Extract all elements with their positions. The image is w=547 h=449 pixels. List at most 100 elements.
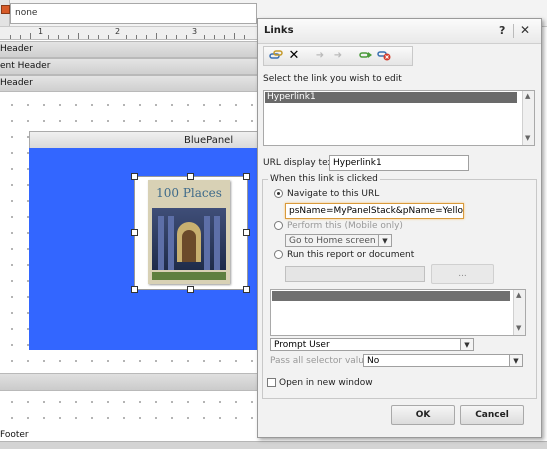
resize-handle[interactable] [187, 173, 194, 180]
navigate-radio[interactable] [274, 189, 283, 198]
scroll-up-icon[interactable]: ▲ [516, 291, 521, 299]
resize-handle[interactable] [243, 229, 250, 236]
ruler-tick [136, 35, 137, 39]
move-down-icon: ➜ [333, 50, 343, 61]
open-new-window-checkbox[interactable] [267, 378, 276, 387]
scroll-down-icon[interactable]: ▼ [516, 324, 521, 332]
ruler-tick [244, 35, 245, 39]
section-band-page-header[interactable]: Header [0, 75, 260, 92]
url-display-input[interactable]: Hyperlink1 [329, 155, 469, 171]
ruler-tick [98, 35, 99, 39]
ruler-tick [10, 35, 11, 39]
section-band-header[interactable]: Header [0, 41, 260, 58]
prompt-list-item[interactable] [272, 291, 510, 301]
close-button[interactable]: ✕ [520, 23, 530, 37]
band-label: Header [0, 78, 33, 88]
ruler-tick [186, 35, 187, 39]
ruler-number-3: 3 [192, 27, 198, 36]
top-value-text: none [15, 8, 38, 18]
resize-handle[interactable] [187, 286, 194, 293]
ruler-tick [48, 35, 49, 39]
book-title: 100 Places [156, 186, 222, 200]
chevron-down-icon: ▼ [509, 355, 522, 366]
ruler-tick [78, 33, 79, 39]
pass-selector-select[interactable]: No ▼ [363, 354, 523, 367]
section-band-lower[interactable] [0, 373, 260, 391]
when-clicked-label: When this link is clicked [268, 174, 380, 184]
section-band-document-header[interactable]: ent Header [0, 58, 260, 75]
ruler-tick [234, 33, 235, 39]
footer-band-label: Footer [0, 430, 29, 440]
cancel-button[interactable]: Cancel [460, 405, 524, 425]
run-report-radio[interactable] [274, 250, 283, 259]
navigate-url-input[interactable]: psName=MyPanelStack&pName=YellowPanel [285, 203, 464, 219]
links-toolbar: ✕ ➜ ➜ [263, 46, 413, 66]
pass-selector-label: Pass all selector values: [270, 356, 378, 366]
url-display-label: URL display text [263, 158, 337, 168]
ruler-tick [58, 35, 59, 39]
resize-handle[interactable] [131, 173, 138, 180]
prompt-list-scrollbar[interactable]: ▲ ▼ [513, 290, 525, 335]
select-link-label: Select the link you wish to edit [263, 74, 402, 84]
links-dialog: Links ? ✕ ✕ ➜ ➜ Select the link you wish… [257, 18, 542, 438]
doorway-shape [182, 230, 196, 262]
move-up-icon: ➜ [315, 50, 325, 61]
object-icon[interactable] [1, 5, 10, 14]
delete-icon[interactable]: ✕ [286, 48, 302, 64]
ruler-tick [20, 35, 21, 39]
column-shape [204, 216, 210, 270]
chevron-down-icon: ▼ [460, 339, 473, 350]
resize-handle[interactable] [131, 286, 138, 293]
column-shape [168, 216, 174, 270]
prompt-select-value: Prompt User [274, 340, 330, 350]
toolbar-corner [0, 0, 10, 26]
top-value-field[interactable]: none [10, 3, 257, 24]
report-path-input[interactable] [285, 266, 425, 282]
link-list-scrollbar[interactable]: ▲ ▼ [522, 91, 534, 145]
book-cover-image: 100 Places [148, 180, 230, 284]
add-link-icon[interactable] [268, 48, 284, 64]
open-new-window-label: Open in new window [279, 378, 373, 388]
perform-select[interactable]: Go to Home screen ▼ [285, 234, 392, 247]
dialog-title: Links [264, 25, 294, 36]
scroll-down-icon[interactable]: ▼ [525, 134, 530, 142]
prompt-list[interactable]: ▲ ▼ [270, 289, 526, 336]
link-list[interactable]: Hyperlink1 ▲ ▼ [263, 90, 535, 146]
ruler-number-2: 2 [115, 27, 121, 36]
pass-selector-value: No [367, 356, 380, 366]
column-shape [214, 216, 220, 270]
ruler-tick [156, 33, 157, 39]
prompt-select[interactable]: Prompt User ▼ [270, 338, 474, 351]
link-list-item[interactable]: Hyperlink1 [265, 92, 517, 103]
perform-label: Perform this (Mobile only) [287, 221, 403, 231]
footer-canvas[interactable] [0, 390, 260, 428]
ruler-tick [68, 35, 69, 39]
resize-handle[interactable] [243, 286, 250, 293]
dialog-titlebar[interactable]: Links ? ✕ [258, 19, 541, 44]
remove-link-icon[interactable] [376, 48, 392, 64]
ruler-tick [108, 35, 109, 39]
ruler-tick [126, 35, 127, 39]
band-label: ent Header [0, 61, 51, 71]
ruler-number-1: 1 [38, 27, 44, 36]
resize-handle[interactable] [131, 229, 138, 236]
resize-handle[interactable] [243, 173, 250, 180]
edit-link-icon[interactable] [358, 48, 374, 64]
ruler-tick [88, 35, 89, 39]
ok-button[interactable]: OK [391, 405, 455, 425]
panel-stack-header[interactable]: BluePanel [29, 131, 262, 149]
column-shape [158, 216, 164, 270]
run-report-label: Run this report or document [287, 250, 415, 260]
navigate-label: Navigate to this URL [287, 189, 380, 199]
band-label: Header [0, 44, 33, 54]
perform-radio[interactable] [274, 221, 283, 230]
chevron-down-icon: ▼ [378, 235, 391, 246]
book-cover-art [152, 208, 226, 270]
scroll-up-icon[interactable]: ▲ [525, 92, 530, 100]
book-cover-strip [152, 272, 226, 280]
panel-title: BluePanel [184, 135, 234, 146]
help-button[interactable]: ? [499, 24, 505, 37]
browse-button[interactable]: ... [431, 264, 494, 284]
ruler-tick [166, 35, 167, 39]
ruler-tick [204, 35, 205, 39]
